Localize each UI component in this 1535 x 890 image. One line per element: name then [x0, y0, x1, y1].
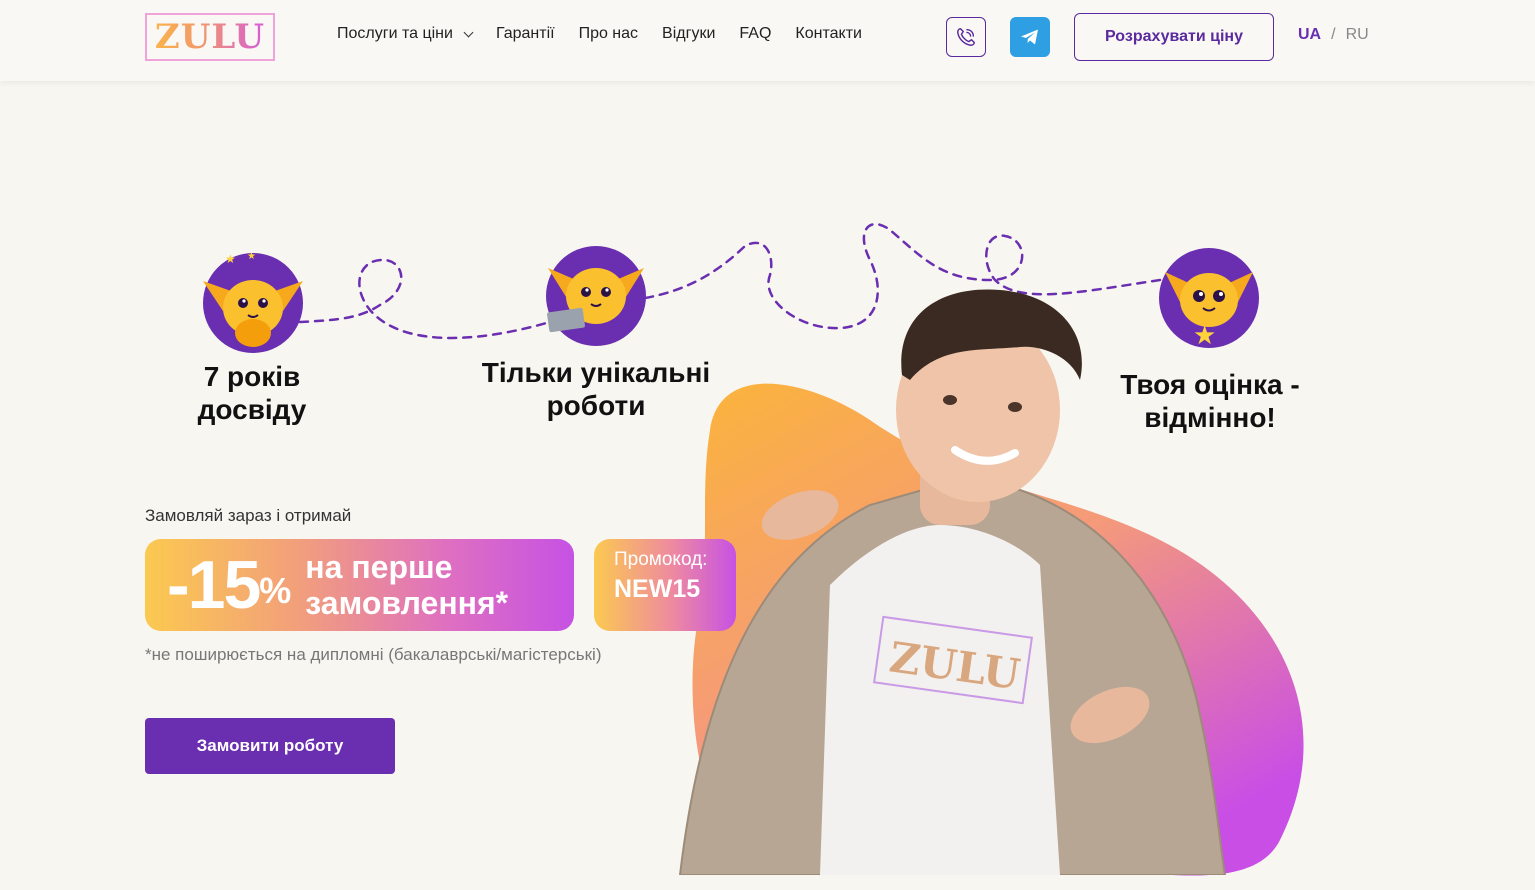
nav-faq[interactable]: FAQ — [739, 25, 771, 43]
chevron-down-icon — [463, 27, 474, 37]
svg-text:★: ★ — [225, 253, 236, 266]
site-header: ZULU Послуги та ціни Гарантії Про нас Ві… — [0, 0, 1535, 81]
order-work-button[interactable]: Замовити роботу — [145, 718, 395, 774]
feature-experience-line2: досвіду — [197, 394, 307, 425]
svg-text:★: ★ — [582, 246, 591, 247]
promo-code-label: Промокод: — [614, 549, 708, 570]
zulu-logo[interactable]: ZULU — [145, 13, 275, 61]
viber-button[interactable] — [946, 17, 986, 57]
lang-separator: / — [1331, 26, 1336, 43]
language-switcher: UA / RU — [1298, 26, 1369, 44]
promo-lead-text: Замовляй зараз і отримай — [145, 506, 352, 525]
discount-banner: -15 % на перше замовлення* — [145, 539, 574, 631]
svg-text:★: ★ — [1195, 248, 1204, 249]
feature-experience-line1: 7 років — [203, 361, 301, 392]
discount-text-line1: на перше — [305, 549, 453, 585]
mascot-experience: ★ ★ — [203, 251, 303, 353]
nav-contacts[interactable]: Контакти — [795, 25, 862, 43]
logo-text: ZULU — [154, 17, 266, 57]
promo-code-box: Промокод: NEW15 — [594, 539, 736, 631]
lang-ru-link[interactable]: RU — [1346, 26, 1369, 44]
nav-reviews[interactable]: Відгуки — [662, 25, 715, 43]
nav-services[interactable]: Послуги та ціни — [337, 25, 474, 43]
nav-services-label: Послуги та ціни — [337, 25, 453, 42]
discount-text-line2: замовлення* — [305, 585, 509, 621]
svg-text:★: ★ — [247, 253, 256, 262]
discount-description: на перше замовлення* — [305, 549, 508, 621]
svg-text:★: ★ — [602, 246, 611, 247]
svg-text:★: ★ — [1215, 248, 1224, 249]
mascot-unique-works: ★ ★ — [546, 236, 646, 346]
nav-guarantees[interactable]: Гарантії — [496, 25, 555, 43]
calculate-price-button[interactable]: Розрахувати ціну — [1074, 13, 1274, 61]
viber-phone-icon — [957, 28, 975, 46]
mascot-laptop-icon: ★ ★ — [547, 236, 644, 333]
telegram-button[interactable] — [1010, 17, 1050, 57]
mascot-creature-icon: ★ ★ — [203, 251, 303, 347]
promo-footnote: *не поширюється на дипломні (бакалаврськ… — [145, 645, 602, 664]
main-nav: Послуги та ціни Гарантії Про нас Відгуки… — [337, 25, 862, 43]
feature-experience: 7 років досвіду — [152, 360, 352, 426]
promo-code-value: NEW15 — [614, 575, 701, 603]
telegram-icon — [1021, 29, 1038, 45]
discount-percent-sign: % — [259, 570, 292, 611]
discount-value: -15 — [167, 547, 261, 623]
lang-ua-link[interactable]: UA — [1298, 26, 1321, 44]
nav-about[interactable]: Про нас — [579, 25, 638, 43]
